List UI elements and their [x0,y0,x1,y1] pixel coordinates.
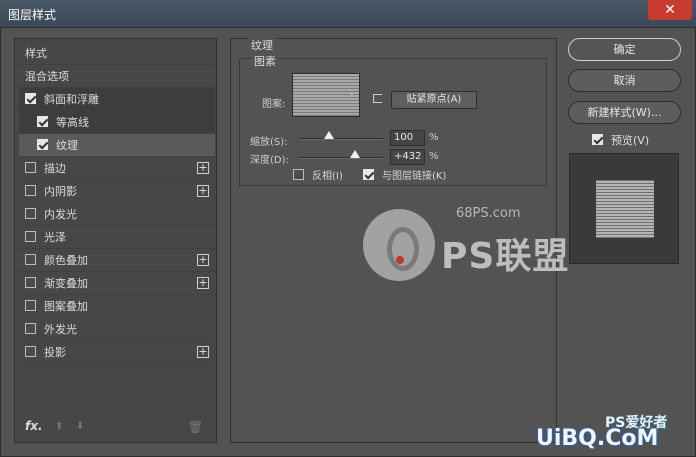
style-item-label: 投影 [44,346,66,359]
new-preset-icon[interactable] [373,94,382,103]
style-item-label: 样式 [25,47,47,60]
layer-style-dialog: 样式 混合选项 斜面和浮雕 等高线 纹理 描边 + 内阴影 + 内发光 光泽 颜色叠加 + 渐变叠加 + 图案… [0,27,696,457]
style-item-checkbox[interactable] [25,208,36,219]
style-item-checkbox[interactable] [25,254,36,265]
style-item-label: 等高线 [56,116,89,129]
style-item-2[interactable]: 斜面和浮雕 [19,88,215,111]
style-preview [569,153,679,264]
style-list: 样式混合选项斜面和浮雕等高线纹理描边 + 内阴影 + 内发光光泽颜色叠加 + 渐变叠加 + 图案… [19,42,215,364]
style-item-checkbox[interactable] [37,139,48,150]
watermark-logo-dot [396,256,404,264]
style-item-label: 光泽 [44,231,66,244]
style-list-footer: fx. ⬆ ⬇ 🗑 [21,419,211,437]
depth-slider-track[interactable] [299,157,383,159]
add-effect-icon[interactable]: + [197,346,209,358]
watermark-site: 68PS.com [456,206,521,221]
scale-label: 缩放(S): [250,137,288,148]
add-effect-icon[interactable]: + [197,277,209,289]
style-item-label: 内阴影 [44,185,77,198]
title-bar: 图层样式 ✕ [0,0,696,27]
style-item-label: 描边 [44,162,66,175]
style-item-9[interactable]: 颜色叠加 + [19,249,215,272]
style-item-checkbox[interactable] [25,231,36,242]
style-item-checkbox[interactable] [25,93,36,104]
watermark-corner-bottom: UiBQ.CoM [536,426,659,451]
window-title: 图层样式 [8,8,57,22]
depth-unit: % [429,151,439,162]
scale-slider-track[interactable] [299,138,383,140]
style-item-6[interactable]: 内阴影 + [19,180,215,203]
style-item-3[interactable]: 等高线 [19,111,215,134]
preview-checkbox[interactable] [592,134,603,145]
style-item-13[interactable]: 投影 + [19,341,215,364]
snap-to-origin-button[interactable]: 贴紧原点(A) [391,91,477,109]
watermark-brand: PS联盟 [441,236,570,277]
style-item-label: 外发光 [44,323,77,336]
style-list-panel: 样式混合选项斜面和浮雕等高线纹理描边 + 内阴影 + 内发光光泽颜色叠加 + 渐变叠加 + 图案… [14,38,217,443]
close-icon: ✕ [664,2,676,18]
style-item-4[interactable]: 纹理 [19,134,215,157]
style-item-label: 颜色叠加 [44,254,88,267]
style-item-checkbox[interactable] [25,162,36,173]
pattern-label: 图案: [262,99,286,110]
new-style-button[interactable]: 新建样式(W)... [568,101,681,124]
preview-swatch [596,180,654,238]
link-with-layer-option[interactable]: 与图层链接(K) [363,167,446,182]
invert-checkbox[interactable] [293,169,304,180]
invert-label: 反相(I) [312,171,343,182]
trash-icon[interactable]: 🗑 [188,420,203,434]
cancel-button[interactable]: 取消 [568,69,681,92]
style-item-checkbox[interactable] [25,185,36,196]
scale-slider-knob[interactable] [324,131,335,139]
preview-option[interactable]: 预览(V) [592,132,649,148]
style-item-label: 纹理 [56,139,78,152]
style-item-checkbox[interactable] [25,346,36,357]
style-item-checkbox[interactable] [25,277,36,288]
depth-input[interactable]: +432 [390,149,425,165]
depth-label: 深度(D): [250,155,289,166]
style-item-label: 渐变叠加 [44,277,88,290]
preview-label: 预览(V) [611,134,650,147]
add-effect-icon[interactable]: + [197,162,209,174]
fx-icon: fx [25,419,38,433]
style-item-label: 斜面和浮雕 [44,93,99,106]
style-item-7[interactable]: 内发光 [19,203,215,226]
depth-slider-knob[interactable] [350,150,361,158]
group-title: 图素 [251,53,279,69]
style-item-label: 图案叠加 [44,300,88,313]
style-item-10[interactable]: 渐变叠加 + [19,272,215,295]
style-item-0[interactable]: 样式 [19,42,215,65]
style-item-1[interactable]: 混合选项 [19,65,215,88]
link-with-layer-label: 与图层链接(K) [382,171,447,182]
move-down-icon[interactable]: ⬇ [76,421,86,433]
style-item-12[interactable]: 外发光 [19,318,215,341]
style-item-checkbox[interactable] [25,300,36,311]
scale-input[interactable]: 100 [390,130,425,146]
style-item-label: 内发光 [44,208,77,221]
add-effect-icon[interactable]: + [197,185,209,197]
ok-button[interactable]: 确定 [568,38,681,61]
scale-unit: % [429,132,439,143]
fx-menu-dot: . [37,419,43,433]
style-item-5[interactable]: 描边 + [19,157,215,180]
move-up-icon[interactable]: ⬆ [55,421,65,433]
link-with-layer-checkbox[interactable] [363,169,374,180]
chevron-down-icon[interactable]: ⌄ [348,88,356,98]
add-effect-icon[interactable]: + [197,254,209,266]
watermark-logo [363,209,435,281]
style-item-8[interactable]: 光泽 [19,226,215,249]
style-item-checkbox[interactable] [25,323,36,334]
fx-button[interactable]: fx. [25,419,43,433]
style-item-11[interactable]: 图案叠加 [19,295,215,318]
invert-option[interactable]: 反相(I) [293,167,343,182]
style-item-checkbox[interactable] [37,116,48,127]
section-title: 纹理 [248,37,276,53]
close-button[interactable]: ✕ [648,0,692,20]
style-item-label: 混合选项 [25,70,69,83]
